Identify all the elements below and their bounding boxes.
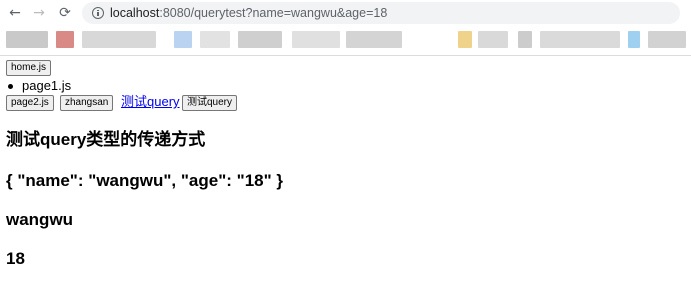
bookmark-item[interactable] [458,31,472,48]
bookmark-item[interactable] [200,31,230,48]
list-item: page1.js [6,78,71,93]
reload-icon[interactable]: ⟳ [56,4,74,22]
page-content: home.js page1.js page2.js zhangsan 测试que… [0,56,691,293]
address-bar[interactable]: localhost:8080/querytest?name=wangwu&age… [82,2,680,24]
list-item-label: page1.js [22,78,72,93]
query-button[interactable]: 测试query [182,95,238,111]
bookmark-item[interactable] [518,31,532,48]
bookmark-item[interactable] [478,31,508,48]
bookmark-item[interactable] [238,31,282,48]
bookmark-item[interactable] [82,31,156,48]
page-title: 测试query类型的传递方式 [6,130,206,149]
browser-chrome: ← → ⟳ localhost:8080/querytest?name=wang… [0,0,691,56]
bookmark-item[interactable] [628,31,640,48]
name-heading: wangwu [6,210,74,229]
address-url[interactable]: localhost:8080/querytest?name=wangwu&age… [110,5,387,21]
home-button[interactable]: home.js [6,60,52,76]
age-heading: 18 [6,249,25,268]
bookmark-item[interactable] [6,31,48,48]
bookmark-item[interactable] [56,31,74,48]
bookmark-item[interactable] [346,31,402,48]
bookmark-item[interactable] [648,31,686,48]
zhangsan-button[interactable]: zhangsan [60,95,114,111]
url-path: :8080/querytest?name=wangwu&age=18 [159,6,388,20]
forward-arrow-icon[interactable]: → [30,4,48,22]
site-info-icon[interactable] [92,7,104,19]
query-link[interactable]: 测试query [121,94,180,110]
url-host: localhost [110,6,160,20]
query-json-heading: { "name": "wangwu", "age": "18" } [6,171,284,190]
browser-toolbar: ← → ⟳ localhost:8080/querytest?name=wang… [0,0,691,26]
bookmarks-bar [0,28,691,52]
back-arrow-icon[interactable]: ← [6,4,24,22]
bullet-icon [8,84,13,90]
bookmark-item[interactable] [540,31,620,48]
page2-button[interactable]: page2.js [6,95,54,111]
bookmark-item[interactable] [292,31,340,48]
bookmark-item[interactable] [174,31,192,48]
